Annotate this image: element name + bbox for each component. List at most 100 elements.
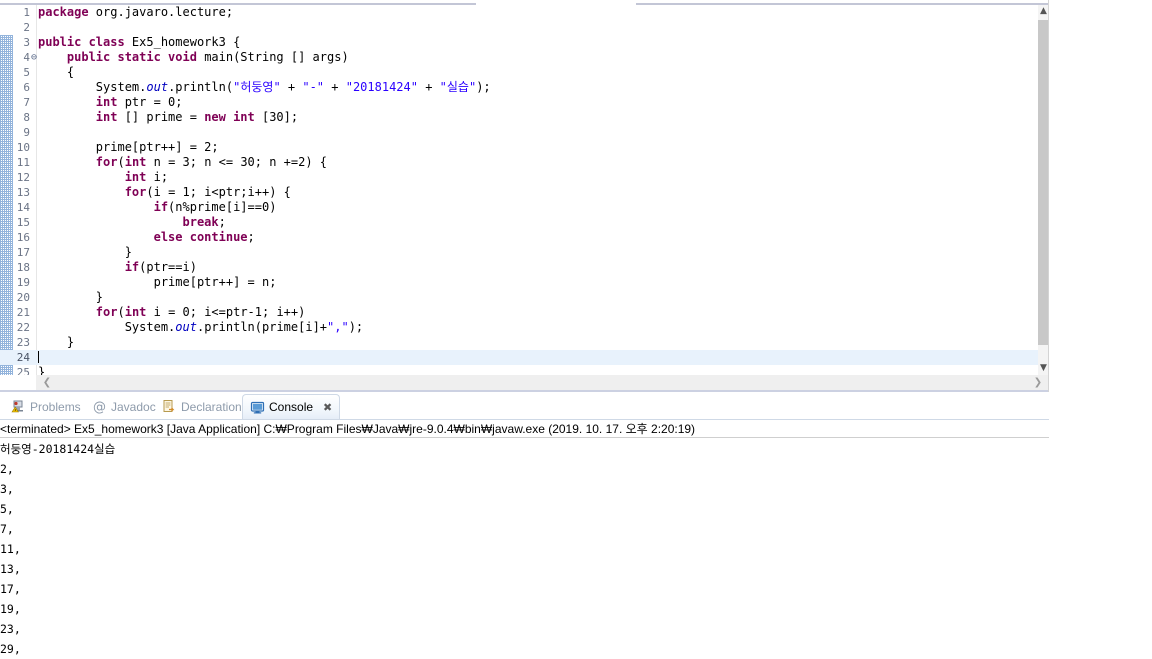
line-number: 15 bbox=[16, 216, 30, 229]
code-line-text: for(i = 1; i<ptr;i++) { bbox=[124, 185, 291, 199]
code-line[interactable]: 9 bbox=[0, 125, 1049, 140]
console-icon bbox=[250, 400, 265, 415]
console-output-line: 5, bbox=[0, 502, 14, 516]
line-number: 21 bbox=[16, 306, 30, 319]
code-line[interactable]: 20 } bbox=[0, 290, 1049, 305]
code-line[interactable]: 7 int ptr = 0; bbox=[0, 95, 1049, 110]
line-number: 1 bbox=[23, 6, 30, 19]
editor-horizontal-scrollbar[interactable]: ❮ ❯ bbox=[36, 375, 1049, 390]
code-line[interactable]: 21 for(int i = 0; i<=ptr-1; i++) bbox=[0, 305, 1049, 320]
code-line-text: System.out.println(prime[i]+","); bbox=[38, 320, 364, 334]
view-tab-console[interactable]: Console ✖ bbox=[242, 394, 341, 419]
console-output-line: 허둥영-20181424실습 bbox=[0, 442, 116, 456]
line-number: 3 bbox=[23, 36, 30, 49]
code-line[interactable]: 5 { bbox=[0, 65, 1049, 80]
code-line[interactable]: 17 } bbox=[0, 245, 1049, 260]
view-tab-problems[interactable]: Problems bbox=[4, 394, 88, 419]
console-output-line: 23, bbox=[0, 622, 21, 636]
code-line-text: else continue; bbox=[153, 230, 255, 244]
code-line[interactable]: 6 System.out.println("허둥영" + "-" + "2018… bbox=[0, 80, 1049, 95]
console-output[interactable]: 허둥영-20181424실습 2, 3, 5, 7, 11, 13, 17, 19, 23, 29, bbox=[0, 439, 1049, 656]
line-number: 8 bbox=[23, 111, 30, 124]
line-number: 18 bbox=[16, 261, 30, 274]
editor-text-area[interactable]: 1 package org.javaro.lecture; 2 3 public cla… bbox=[0, 5, 1049, 375]
code-line-text: public class Ex5_homework3 { bbox=[38, 35, 241, 49]
line-number: 9 bbox=[23, 126, 30, 139]
console-output-line: 17, bbox=[0, 582, 21, 596]
code-line[interactable]: 22 System.out.println(prime[i]+","); bbox=[0, 320, 1049, 335]
code-line-list[interactable]: 1 package org.javaro.lecture; 2 3 public cla… bbox=[0, 5, 1049, 375]
line-number: 12 bbox=[16, 171, 30, 184]
code-line-text: } bbox=[38, 335, 75, 349]
code-line-text: if(ptr==i) bbox=[124, 260, 197, 274]
declaration-icon bbox=[162, 399, 177, 414]
text-caret bbox=[38, 351, 39, 363]
line-number: 25 bbox=[16, 366, 30, 375]
code-line-text: public static void main(String [] args) bbox=[66, 50, 349, 64]
code-line-text: int ptr = 0; bbox=[95, 95, 183, 109]
code-line[interactable]: 12 int i; bbox=[0, 170, 1049, 185]
code-line-text: int [] prime = new int [30]; bbox=[95, 110, 299, 124]
code-line-text: break; bbox=[182, 215, 226, 229]
code-line[interactable]: 11 for(int n = 3; n <= 30; n +=2) { bbox=[0, 155, 1049, 170]
line-number: 10 bbox=[16, 141, 30, 154]
code-line[interactable]: 3 public class Ex5_homework3 { bbox=[0, 35, 1049, 50]
view-tab-javadoc[interactable]: @ Javadoc bbox=[85, 394, 163, 419]
line-number: 11 bbox=[16, 156, 30, 169]
code-line-text: prime[ptr++] = n; bbox=[38, 275, 277, 289]
line-number: 5 bbox=[23, 66, 30, 79]
close-icon[interactable]: ✖ bbox=[323, 401, 332, 414]
console-output-line: 13, bbox=[0, 562, 21, 576]
code-line-text: for(int n = 3; n <= 30; n +=2) { bbox=[95, 155, 328, 169]
line-number: 24 bbox=[16, 351, 30, 364]
console-output-line: 3, bbox=[0, 482, 14, 496]
code-line-text: { bbox=[38, 65, 75, 79]
code-line-text: prime[ptr++] = 2; bbox=[38, 140, 219, 154]
view-tab-label: Javadoc bbox=[111, 399, 156, 414]
code-line[interactable]: 10 prime[ptr++] = 2; bbox=[0, 140, 1049, 155]
code-line-text: if(n%prime[i]==0) bbox=[153, 200, 277, 214]
line-number: 2 bbox=[23, 21, 30, 34]
view-tab-label: Declaration bbox=[181, 399, 242, 414]
view-tab-underline bbox=[0, 419, 1049, 420]
line-number: 7 bbox=[23, 96, 30, 109]
code-line-text: for(int i = 0; i<=ptr-1; i++) bbox=[95, 305, 306, 319]
svg-text:@: @ bbox=[93, 400, 106, 414]
console-output-line: 29, bbox=[0, 642, 21, 656]
line-number: 20 bbox=[16, 291, 30, 304]
code-line[interactable]: 23 } bbox=[0, 335, 1049, 350]
code-line-text bbox=[38, 350, 39, 365]
code-line-text: System.out.println("허둥영" + "-" + "201814… bbox=[38, 80, 491, 94]
code-line[interactable]: 13 for(i = 1; i<ptr;i++) { bbox=[0, 185, 1049, 200]
line-number: 14 bbox=[16, 201, 30, 214]
desktop-background bbox=[1049, 0, 1152, 648]
code-line[interactable]: 25} bbox=[0, 365, 1049, 375]
line-number: 22 bbox=[16, 321, 30, 334]
code-line[interactable]: 14 if(n%prime[i]==0) bbox=[0, 200, 1049, 215]
view-tab-label: Console bbox=[269, 400, 314, 414]
console-output-line: 19, bbox=[0, 602, 21, 616]
console-output-line: 2, bbox=[0, 462, 14, 476]
code-line-text: } bbox=[38, 245, 132, 259]
view-tab-declaration[interactable]: Declaration bbox=[155, 394, 249, 419]
code-line[interactable]: 18 if(ptr==i) bbox=[0, 260, 1049, 275]
javadoc-at-icon: @ bbox=[92, 399, 107, 415]
line-number: 6 bbox=[23, 81, 30, 94]
line-number: 13 bbox=[16, 186, 30, 199]
code-line[interactable]: 8 int [] prime = new int [30]; bbox=[0, 110, 1049, 125]
code-line[interactable]: 1 package org.javaro.lecture; bbox=[0, 5, 1049, 20]
line-number: 17 bbox=[16, 246, 30, 259]
scroll-left-arrow-icon[interactable]: ❮ bbox=[40, 375, 54, 390]
code-line[interactable]: 15 break; bbox=[0, 215, 1049, 230]
code-line[interactable]: 4 ⊖ public static void main(String [] arg… bbox=[0, 50, 1049, 65]
code-line[interactable]: 24 bbox=[0, 350, 1049, 365]
code-line[interactable]: 19 prime[ptr++] = n; bbox=[0, 275, 1049, 290]
view-tab-bar: Problems @ Javadoc Declaration Console ✖ bbox=[0, 393, 1049, 420]
code-line[interactable]: 16 else continue; bbox=[0, 230, 1049, 245]
view-tab-label: Problems bbox=[30, 399, 81, 414]
code-line-text: } bbox=[38, 365, 46, 375]
console-status-divider bbox=[0, 437, 1049, 438]
code-line[interactable]: 2 bbox=[0, 20, 1049, 35]
java-editor-panel: 1 package org.javaro.lecture; 2 3 public cla… bbox=[0, 0, 1049, 392]
scroll-right-arrow-icon[interactable]: ❯ bbox=[1031, 375, 1045, 390]
